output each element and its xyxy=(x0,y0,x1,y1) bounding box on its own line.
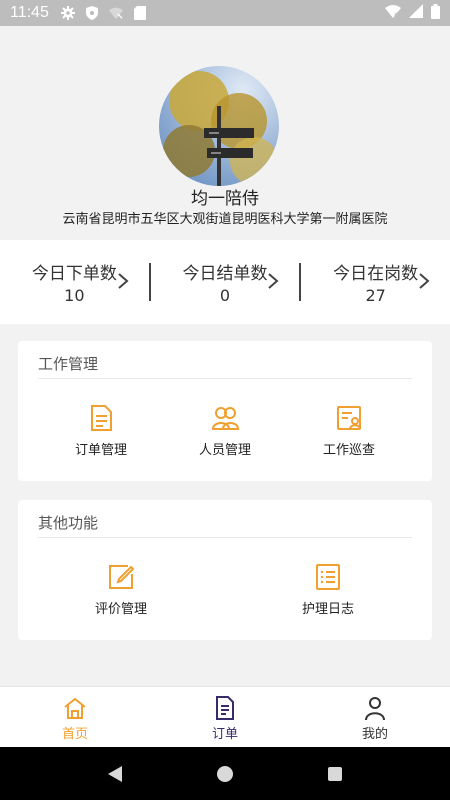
status-time: 11:45 xyxy=(10,4,49,21)
profile-address: 云南省昆明市五华区大观街道昆明医科大学第一附属医院 xyxy=(62,212,388,227)
order-icon xyxy=(216,696,234,720)
stat-onduty-today[interactable]: 今日在岗数 27 xyxy=(301,240,450,324)
review-management-button[interactable]: 评价管理 xyxy=(61,562,181,617)
divider xyxy=(38,537,412,538)
stat-orders-today[interactable]: 今日下单数 10 xyxy=(0,240,149,324)
work-inspection-button[interactable]: 工作巡查 xyxy=(289,403,409,458)
back-icon[interactable] xyxy=(106,765,124,783)
stat-settled-today[interactable]: 今日结单数 0 xyxy=(151,240,300,324)
work-management-card: 工作管理 订单管理 人员管理 工作巡查 xyxy=(18,341,432,481)
avatar[interactable] xyxy=(159,66,279,186)
nav-label: 订单 xyxy=(211,727,238,742)
tile-label: 评价管理 xyxy=(94,602,147,617)
home-icon xyxy=(64,697,86,719)
nav-home[interactable]: 首页 xyxy=(0,687,150,747)
chevron-right-icon xyxy=(118,273,129,289)
user-icon xyxy=(365,697,385,721)
stat-label: 今日在岗数 xyxy=(333,264,419,284)
nav-orders[interactable]: 订单 xyxy=(150,687,300,747)
recents-icon[interactable] xyxy=(326,765,344,783)
card-title: 工作管理 xyxy=(38,355,99,373)
other-functions-card: 其他功能 评价管理 护理日志 xyxy=(18,500,432,640)
profile-name: 均一陪侍 xyxy=(191,189,259,209)
stat-value: 0 xyxy=(219,286,231,305)
wifi-off-icon xyxy=(108,6,123,20)
bottom-nav: 首页 订单 我的 xyxy=(0,686,450,747)
list-icon xyxy=(316,564,340,590)
battery-icon xyxy=(431,3,440,23)
tile-label: 护理日志 xyxy=(301,602,354,617)
stat-value: 27 xyxy=(365,286,386,305)
stats-row: 今日下单数 10 今日结单数 0 今日在岗数 27 xyxy=(0,240,450,324)
edit-icon xyxy=(109,565,135,589)
inspection-icon xyxy=(337,406,361,430)
stat-value: 10 xyxy=(64,286,85,305)
tile-label: 工作巡查 xyxy=(322,443,375,458)
stat-label: 今日下单数 xyxy=(31,264,117,284)
signal-icon xyxy=(409,4,423,22)
nav-mine[interactable]: 我的 xyxy=(300,687,450,747)
nursing-log-button[interactable]: 护理日志 xyxy=(268,562,388,617)
shield-icon xyxy=(85,6,99,20)
status-bar: 11:45 x xyxy=(0,0,450,26)
sd-card-icon xyxy=(133,6,147,20)
gear-icon xyxy=(60,6,75,20)
card-title: 其他功能 xyxy=(38,514,99,532)
profile-header: 均一陪侍 云南省昆明市五华区大观街道昆明医科大学第一附属医院 xyxy=(0,26,450,240)
wifi-icon: x xyxy=(385,4,401,22)
svg-text:x: x xyxy=(394,11,398,18)
staff-management-button[interactable]: 人员管理 xyxy=(165,403,285,458)
people-icon xyxy=(211,407,240,430)
document-icon xyxy=(91,405,112,431)
chevron-right-icon xyxy=(268,273,279,289)
nav-label: 首页 xyxy=(61,727,88,742)
order-management-button[interactable]: 订单管理 xyxy=(41,403,161,458)
tile-label: 订单管理 xyxy=(74,443,127,458)
tile-label: 人员管理 xyxy=(198,443,251,458)
stat-label: 今日结单数 xyxy=(182,264,268,284)
system-nav-bar xyxy=(0,747,450,800)
chevron-right-icon xyxy=(419,273,430,289)
nav-label: 我的 xyxy=(361,727,388,742)
home-circle-icon[interactable] xyxy=(216,765,234,783)
divider xyxy=(38,378,412,379)
